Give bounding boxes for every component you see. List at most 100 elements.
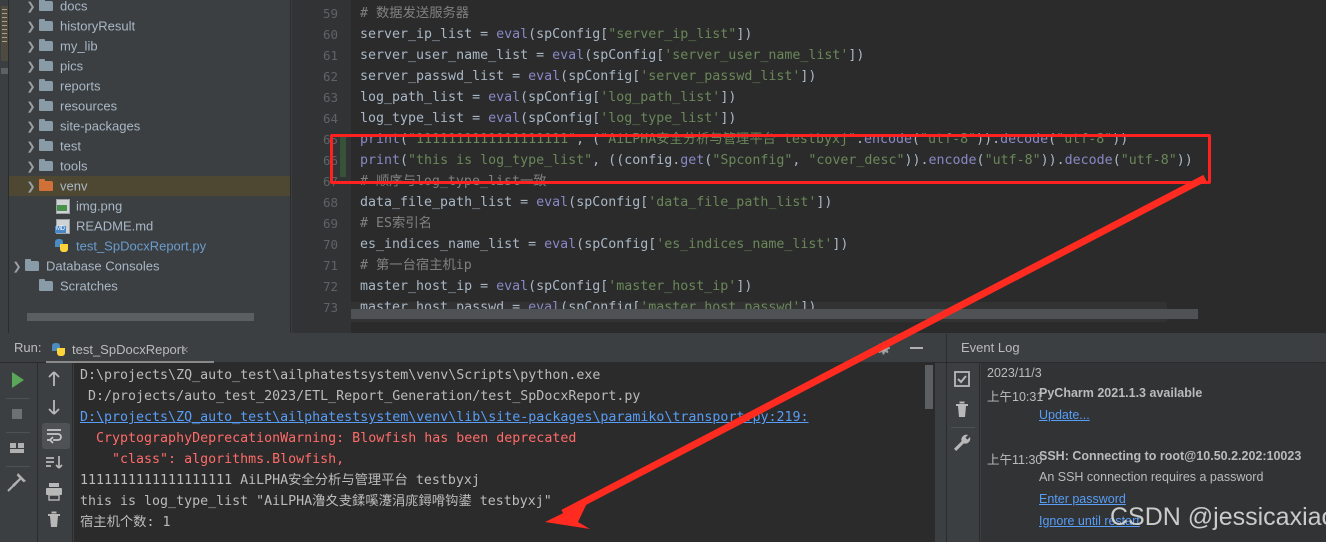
- editor-code-line[interactable]: # 第一台宿主机ip: [360, 255, 472, 276]
- editor-code-line[interactable]: server_passwd_list = eval(spConfig['serv…: [360, 66, 816, 87]
- clear-all-icon[interactable]: [42, 507, 70, 533]
- event-log-header: Event Log: [946, 334, 1326, 363]
- layout-icon[interactable]: [5, 436, 33, 462]
- chevron-right-icon[interactable]: ❯: [23, 37, 39, 57]
- chevron-right-icon[interactable]: ❯: [23, 77, 39, 97]
- project-tree-item[interactable]: ❯ test_SpDocxReport.py: [9, 236, 290, 256]
- mark-read-icon[interactable]: [950, 367, 978, 393]
- run-tab-label: test_SpDocxReport: [72, 342, 185, 357]
- folder-icon: [39, 0, 55, 12]
- python-file-icon: [55, 239, 71, 252]
- python-file-icon: [52, 343, 66, 357]
- chevron-right-icon[interactable]: ❯: [23, 157, 39, 177]
- project-tree-item-label: docs: [60, 0, 88, 14]
- run-tool-window-header: Run: test_SpDocxReport ×: [0, 334, 946, 363]
- project-tree-item[interactable]: ❯ Scratches: [9, 276, 290, 296]
- stop-icon[interactable]: [5, 402, 33, 428]
- chevron-right-icon[interactable]: ❯: [9, 257, 25, 277]
- editor-code-line[interactable]: data_file_path_list = eval(spConfig['dat…: [360, 192, 832, 213]
- project-tree-item-label: test_SpDocxReport.py: [76, 238, 207, 254]
- editor-code-line[interactable]: log_type_list = eval(spConfig['log_type_…: [360, 108, 736, 129]
- image-file-icon: [55, 199, 71, 214]
- editor-code-line[interactable]: server_ip_list = eval(spConfig["server_i…: [360, 24, 752, 45]
- vcs-change-marker[interactable]: [340, 135, 346, 177]
- project-tree-item[interactable]: ❯ venv: [9, 176, 290, 196]
- close-icon[interactable]: ×: [181, 337, 189, 362]
- tree-spacer: ❯: [39, 237, 55, 257]
- editor-gutter[interactable]: 59 60 61 62 63 64 65 66 67 68 69 70 71 72 73: [292, 0, 351, 333]
- event-log-date: 2023/11/3: [987, 366, 1042, 380]
- chevron-right-icon[interactable]: ❯: [23, 57, 39, 77]
- project-tree-item[interactable]: ❯ img.png: [9, 196, 290, 216]
- editor-code-line[interactable]: # 顺序与log_type_list一致: [360, 171, 547, 192]
- folder-icon: [39, 59, 55, 72]
- chevron-right-icon[interactable]: ❯: [23, 0, 39, 17]
- editor-code-line[interactable]: master_host_ip = eval(spConfig['master_h…: [360, 276, 752, 297]
- run-configuration-tab[interactable]: test_SpDocxReport ×: [48, 337, 191, 362]
- event-log-link-update[interactable]: Update...: [1039, 408, 1090, 422]
- editor-code-area[interactable]: # 数据发送服务器 server_ip_list = eval(spConfig[…: [351, 0, 1326, 333]
- code-editor[interactable]: 59 60 61 62 63 64 65 66 67 68 69 70 71 72 73 # 数据发送服务器…: [292, 0, 1326, 333]
- chevron-right-icon[interactable]: ❯: [23, 137, 39, 157]
- project-hscrollbar-thumb[interactable]: [27, 313, 254, 321]
- pin-icon[interactable]: [5, 470, 33, 496]
- project-tree-item[interactable]: ❯ pics: [9, 56, 290, 76]
- editor-hscrollbar-track[interactable]: [351, 309, 1326, 319]
- rerun-icon[interactable]: [5, 368, 33, 394]
- project-tree-item-label: resources: [60, 98, 118, 114]
- print-icon[interactable]: [42, 479, 70, 505]
- project-tree-item[interactable]: ❯ README.md: [9, 216, 290, 236]
- tool-window-tab-secondary[interactable]: [1, 68, 8, 74]
- console-link[interactable]: D:\projects\ZQ_auto_test\ailphatestsyste…: [80, 407, 809, 428]
- settings-wrench-icon[interactable]: [950, 431, 978, 457]
- gear-icon[interactable]: [876, 341, 891, 356]
- project-tree-item[interactable]: ❯ docs: [9, 0, 290, 16]
- project-tree-item[interactable]: ❯ historyResult: [9, 16, 290, 36]
- editor-line-number: 67: [322, 174, 338, 189]
- chevron-right-icon[interactable]: ❯: [23, 97, 39, 117]
- soft-wrap-icon[interactable]: [42, 423, 70, 449]
- project-tree-item[interactable]: ❯ my_lib: [9, 36, 290, 56]
- project-tree[interactable]: ❯ docs ❯ historyResult ❯ my_lib ❯ pics ❯ reports ❯…: [9, 0, 290, 296]
- editor-code-line[interactable]: es_indices_name_list = eval(spConfig['es…: [360, 234, 848, 255]
- editor-code-line[interactable]: # 数据发送服务器: [360, 3, 469, 24]
- project-tree-item[interactable]: ❯ reports: [9, 76, 290, 96]
- project-tree-item[interactable]: ❯ test: [9, 136, 290, 156]
- chevron-right-icon[interactable]: ❯: [23, 177, 39, 197]
- event-log-time: 上午11:30: [987, 453, 1043, 467]
- event-log-time: 上午10:31: [987, 390, 1044, 404]
- folder-icon: [39, 39, 55, 52]
- minimize-icon[interactable]: [910, 347, 923, 349]
- project-hscrollbar-track[interactable]: [18, 313, 289, 327]
- event-log-toolbar: [946, 363, 980, 542]
- clear-icon[interactable]: [950, 397, 978, 423]
- chevron-right-icon[interactable]: ❯: [23, 17, 39, 37]
- scroll-down-icon[interactable]: [42, 395, 70, 421]
- scroll-up-icon[interactable]: [42, 367, 70, 393]
- project-tree-item-label: tools: [60, 158, 88, 174]
- editor-code-line[interactable]: log_path_list = eval(spConfig['log_path_…: [360, 87, 736, 108]
- tool-window-tab-project[interactable]: [1, 6, 8, 61]
- project-tree-item[interactable]: ❯ Database Consoles: [9, 256, 290, 276]
- project-tree-item[interactable]: ❯ site-packages: [9, 116, 290, 136]
- csdn-watermark: CSDN @jessicaxiaojing: [1110, 503, 1326, 531]
- editor-code-line[interactable]: # ES索引名: [360, 213, 432, 234]
- project-tree-item[interactable]: ❯ tools: [9, 156, 290, 176]
- scroll-to-end-icon[interactable]: [42, 451, 70, 477]
- editor-code-line[interactable]: print("1111111111111111111", ("AiLPHA安全分…: [360, 129, 1128, 150]
- toolbar-separator: [6, 432, 30, 433]
- editor-code-line[interactable]: print("this is log_type_list", ((config.…: [360, 150, 1193, 171]
- chevron-right-icon[interactable]: ❯: [23, 117, 39, 137]
- editor-hscrollbar-thumb[interactable]: [351, 309, 1198, 319]
- folder-icon: [39, 279, 55, 292]
- editor-line-number: 69: [322, 216, 338, 231]
- editor-line-number: 62: [322, 69, 338, 84]
- folder-icon: [39, 159, 55, 172]
- folder-icon: [39, 139, 55, 152]
- editor-code-line[interactable]: server_user_name_list = eval(spConfig['s…: [360, 45, 864, 66]
- run-console-output[interactable]: D:\projects\ZQ_auto_test\ailphatestsyste…: [74, 363, 935, 542]
- editor-line-number: 60: [322, 27, 338, 42]
- project-tree-item[interactable]: ❯ resources: [9, 96, 290, 116]
- project-tree-item-label: test: [60, 138, 81, 154]
- console-vscrollbar-thumb[interactable]: [925, 365, 933, 409]
